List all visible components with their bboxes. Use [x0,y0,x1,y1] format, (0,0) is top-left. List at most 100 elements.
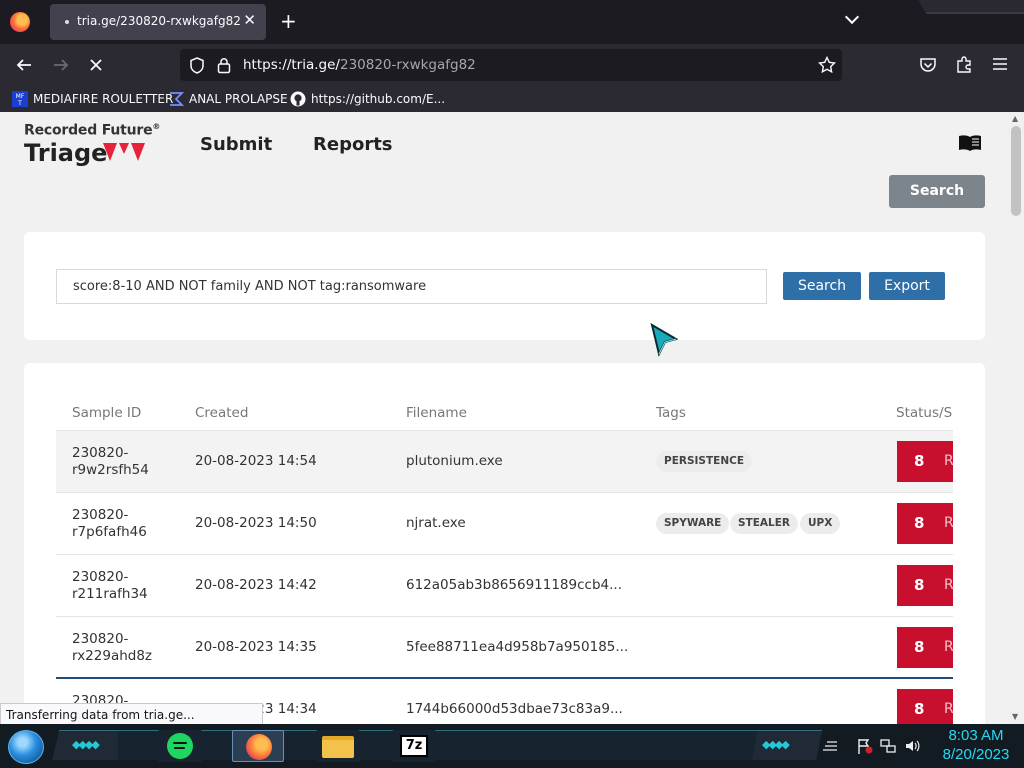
forward-icon[interactable] [52,56,70,74]
spotify-icon [167,733,193,759]
score-badge: 8R [897,503,954,544]
navigation-toolbar: https://tria.ge/230820-rxwkgafg82 [0,44,1024,86]
column-created[interactable]: Created [195,405,248,421]
firefox-icon [246,734,272,760]
taskbar-decoration [118,730,758,760]
filename: 612a05ab3b8656911189ccb4... [406,577,622,593]
nav-reports[interactable]: Reports [313,134,393,155]
tag-badge[interactable]: UPX [800,513,841,534]
lock-icon[interactable] [217,57,231,74]
score-badge: 8R [897,627,954,668]
bookmarks-toolbar: MF T MEDIAFIRE ROULETTER ANAL PROLAPSE htt… [0,86,1024,112]
mouse-cursor-icon [650,323,678,357]
sigma-icon [170,92,184,106]
new-tab-button[interactable]: + [280,9,297,33]
created-date: 20-08-2023 14:42 [195,577,317,593]
brand-recorded-future: Recorded Future® [24,122,161,139]
score-badge: 8R [897,565,954,606]
tab-close-icon[interactable]: ✕ [243,11,256,29]
window-decoration [918,0,1024,14]
sample-id[interactable]: 230820- r7p6fafh46 [72,507,172,541]
search-button[interactable]: Search [783,272,861,300]
column-sample-id[interactable]: Sample ID [72,405,141,421]
clock-time: 8:03 AM [948,727,1004,744]
scrollbar-thumb[interactable] [1011,126,1021,216]
show-hidden-icons-icon[interactable] [822,740,838,756]
network-icon[interactable] [880,738,896,754]
table-row[interactable]: 230820- r211rafh34 20-08-2023 14:42 612a0… [56,555,954,617]
created-date: 20-08-2023 14:50 [195,515,317,531]
filename: 1744b66000d53dbae73c83a9... [406,701,623,717]
tag-badge[interactable]: PERSISTENCE [656,451,752,472]
page-scrollbar[interactable]: ▲ ▼ [1008,112,1024,724]
created-date: 20-08-2023 14:35 [195,639,317,655]
clock-date: 8/20/2023 [942,746,1010,763]
list-all-tabs-icon[interactable] [845,12,859,26]
filename: njrat.exe [406,515,466,531]
url-bar[interactable]: https://tria.ge/230820-rxwkgafg82 [180,49,842,81]
search-query-input[interactable]: score:8-10 AND NOT family AND NOT tag:ra… [56,269,767,304]
firefox-icon [10,12,30,32]
column-tags[interactable]: Tags [656,405,686,421]
created-date: 20-08-2023 14:54 [195,453,317,469]
reports-table: Sample ID Created Filename Tags Status/S… [24,363,985,724]
nav-submit[interactable]: Submit [200,134,272,155]
chevron-decoration-icon: ◆◆◆◆ [762,738,790,751]
shield-icon[interactable] [189,57,205,74]
table-row[interactable]: 230820- rx229ahd8z 20-08-2023 14:35 5fee8… [56,617,954,679]
svg-text:MF: MF [16,93,25,100]
action-center-flag-icon[interactable] [857,738,873,754]
bookmark-mediafire[interactable]: MF T MEDIAFIRE ROULETTER [12,91,173,107]
scroll-up-icon[interactable]: ▲ [1012,114,1018,123]
column-filename[interactable]: Filename [406,405,467,421]
tag-badge[interactable]: SPYWARE [656,513,730,534]
start-button[interactable] [8,730,44,764]
file-explorer-taskbar-button[interactable] [316,730,360,762]
score-badge: 8R [897,689,954,724]
pocket-icon[interactable] [919,56,937,74]
page-viewport: Recorded Future® Triage Submit Reports S… [0,112,1008,724]
column-status[interactable]: Status/S [896,405,952,421]
export-button[interactable]: Export [869,272,945,300]
sample-id[interactable]: 230820- r9w2rsfh54 [72,445,172,479]
header-search-button[interactable]: Search [889,175,985,208]
docs-book-icon[interactable] [958,134,982,152]
folder-icon [322,736,354,758]
volume-icon[interactable] [904,738,920,754]
bookmark-star-icon[interactable] [818,56,836,74]
windows-taskbar: ◆◆◆◆ ◆◆◆◆ 7z 8:03 AM 8/20/2023 [0,724,1024,768]
triage-logo-icon [103,143,145,161]
url-text: https://tria.ge/230820-rxwkgafg82 [243,57,476,73]
svg-text:T: T [17,100,22,107]
extensions-icon[interactable] [955,55,973,73]
browser-tab[interactable]: tria.ge/230820-rxwkgafg82 ✕ [50,4,266,40]
brand-triage[interactable]: Triage [24,139,107,167]
chevron-decoration-icon: ◆◆◆◆ [72,738,100,751]
filename: 5fee88711ea4d958b7a950185... [406,639,629,655]
7zip-icon: 7z [400,735,428,757]
loading-dot-icon [65,20,69,24]
table-row[interactable]: 230820- r9w2rsfh54 20-08-2023 14:54 pluto… [56,431,954,493]
mediafire-icon: MFT [12,91,28,107]
scroll-down-icon[interactable]: ▼ [1012,712,1018,721]
table-header: Sample ID Created Filename Tags Status/S [56,401,953,431]
tab-strip: tria.ge/230820-rxwkgafg82 ✕ + [0,0,1024,44]
sample-id[interactable]: 230820- rx229ahd8z [72,631,172,665]
system-clock[interactable]: 8:03 AM 8/20/2023 [936,726,1016,764]
stop-loading-icon[interactable] [88,57,104,73]
spotify-taskbar-button[interactable] [158,730,202,762]
score-badge: 8R [897,441,954,482]
github-icon [290,91,306,107]
hamburger-menu-icon[interactable] [992,57,1008,71]
sample-id[interactable]: 230820- r211rafh34 [72,569,172,603]
bookmark-github[interactable]: https://github.com/E... [290,91,445,107]
7zip-taskbar-button[interactable]: 7z [392,730,436,762]
table-row[interactable]: 230820- r7p6fafh46 20-08-2023 14:50 njrat… [56,493,954,555]
tag-badge[interactable]: STEALER [730,513,798,534]
firefox-taskbar-button[interactable] [232,730,284,762]
bookmark-anal-prolapse[interactable]: ANAL PROLAPSE [168,91,288,107]
back-icon[interactable] [15,56,33,74]
search-panel: score:8-10 AND NOT family AND NOT tag:ra… [24,232,985,340]
filename: plutonium.exe [406,453,503,469]
tab-title: tria.ge/230820-rxwkgafg82 [77,14,241,28]
